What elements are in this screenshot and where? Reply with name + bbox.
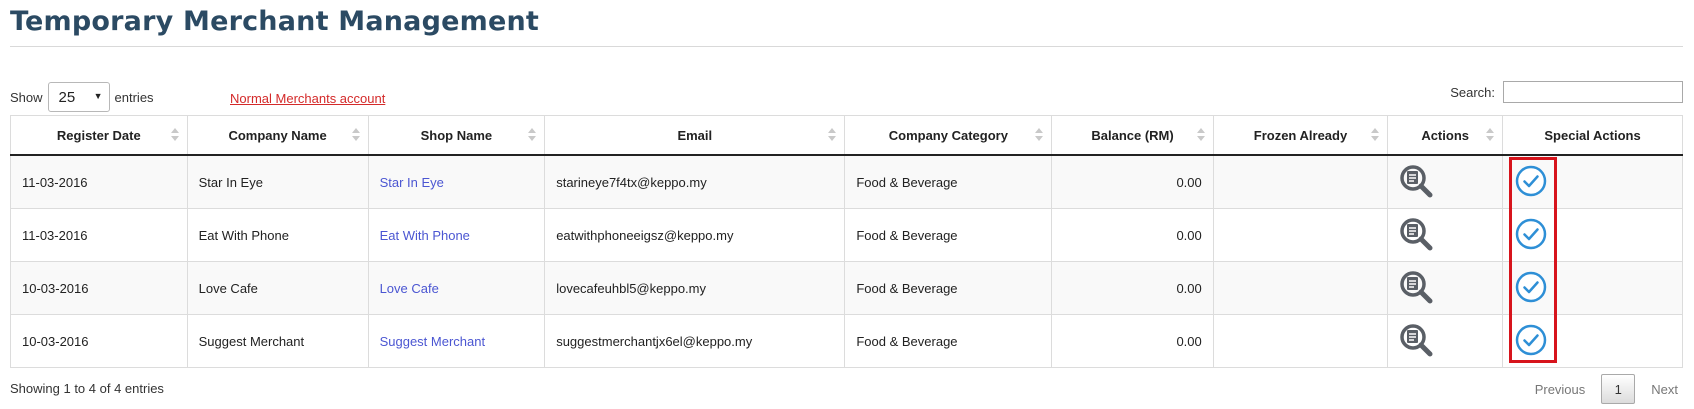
- register-date-cell: 10-03-2016: [10, 261, 188, 315]
- register-date-cell: 11-03-2016: [10, 208, 188, 262]
- page-length-select[interactable]: 25 ▼: [47, 82, 110, 112]
- company-category-cell: Food & Beverage: [844, 261, 1053, 315]
- shop-link[interactable]: Suggest Merchant: [380, 334, 486, 349]
- column-header-company-name[interactable]: Company Name: [186, 115, 369, 156]
- column-header-email[interactable]: Email: [544, 115, 846, 156]
- check-circle-icon[interactable]: [1514, 270, 1548, 307]
- balance-cell: 0.00: [1051, 261, 1214, 315]
- pagination: Previous 1 Next: [1535, 374, 1678, 404]
- page-length-value: 25: [58, 88, 76, 106]
- column-header-frozen-already[interactable]: Frozen Already: [1212, 115, 1389, 156]
- company-category-cell: Food & Beverage: [844, 154, 1053, 209]
- register-date-cell: 11-03-2016: [10, 154, 188, 209]
- sort-icon: [170, 127, 179, 143]
- page-button-1[interactable]: 1: [1601, 374, 1636, 404]
- column-header-label: Company Category: [888, 127, 1008, 143]
- sort-icon: [828, 127, 837, 143]
- table-info: Showing 1 to 4 of 4 entries: [10, 381, 164, 396]
- normal-merchants-link[interactable]: Normal Merchants account: [230, 91, 385, 106]
- actions-cell: [1387, 261, 1504, 315]
- sort-icon: [1486, 127, 1495, 143]
- email-cell: starineye7f4tx@keppo.my: [544, 154, 846, 209]
- column-header-shop-name[interactable]: Shop Name: [367, 115, 546, 156]
- search-input[interactable]: [1503, 81, 1683, 103]
- view-details-icon[interactable]: [1399, 217, 1433, 254]
- show-label: Show: [10, 89, 43, 105]
- sort-icon: [1196, 127, 1205, 143]
- shop-name-cell: Eat With Phone: [367, 208, 546, 262]
- email-cell: eatwithphoneeigsz@keppo.my: [544, 208, 846, 262]
- column-header-label: Balance (RM): [1091, 127, 1174, 143]
- header-row: Register Date Company Name Shop Name Ema…: [10, 115, 1683, 156]
- merchant-table: Register Date Company Name Shop Name Ema…: [10, 115, 1683, 368]
- actions-cell: [1387, 154, 1504, 209]
- special-actions-cell: [1502, 314, 1683, 368]
- entries-label: entries: [114, 89, 154, 105]
- check-circle-icon[interactable]: [1514, 217, 1548, 254]
- search-control: Search:: [1450, 81, 1683, 103]
- column-header-special-actions: Special Actions: [1502, 115, 1683, 156]
- sort-icon: [1035, 127, 1044, 143]
- balance-cell: 0.00: [1051, 154, 1214, 209]
- company-name-cell: Suggest Merchant: [186, 314, 369, 368]
- balance-cell: 0.00: [1051, 314, 1214, 368]
- view-details-icon[interactable]: [1399, 270, 1433, 307]
- column-header-label: Email: [677, 127, 713, 143]
- frozen-cell: [1212, 154, 1389, 209]
- column-header-balance[interactable]: Balance (RM): [1051, 115, 1214, 156]
- check-circle-icon[interactable]: [1514, 323, 1548, 360]
- shop-link[interactable]: Love Cafe: [380, 281, 439, 296]
- company-category-cell: Food & Beverage: [844, 208, 1053, 262]
- column-header-label: Special Actions: [1544, 127, 1641, 143]
- column-header-label: Shop Name: [420, 127, 493, 143]
- company-name-cell: Love Cafe: [186, 261, 369, 315]
- actions-cell: [1387, 208, 1504, 262]
- frozen-cell: [1212, 314, 1389, 368]
- shop-name-cell: Love Cafe: [367, 261, 546, 315]
- register-date-cell: 10-03-2016: [10, 314, 188, 368]
- column-header-label: Frozen Already: [1253, 127, 1348, 143]
- column-header-label: Company Name: [228, 127, 327, 143]
- shop-name-cell: Suggest Merchant: [367, 314, 546, 368]
- view-details-icon[interactable]: [1399, 164, 1433, 201]
- column-header-label: Actions: [1421, 127, 1469, 143]
- special-actions-cell: [1502, 208, 1683, 262]
- frozen-cell: [1212, 208, 1389, 262]
- sort-icon: [528, 127, 537, 143]
- column-header-label: Register Date: [56, 127, 141, 143]
- special-actions-cell: [1502, 261, 1683, 315]
- shop-name-cell: Star In Eye: [367, 154, 546, 209]
- table-row: 11-03-2016 Eat With Phone Eat With Phone…: [10, 208, 1683, 262]
- sort-icon: [351, 127, 360, 143]
- sort-icon: [1371, 127, 1380, 143]
- actions-cell: [1387, 314, 1504, 368]
- column-header-company-category[interactable]: Company Category: [844, 115, 1053, 156]
- balance-cell: 0.00: [1051, 208, 1214, 262]
- title-divider: [10, 46, 1683, 47]
- page: Temporary Merchant Management Show 25 ▼ …: [0, 0, 1694, 409]
- email-cell: lovecafeuhbl5@keppo.my: [544, 261, 846, 315]
- table-row: 10-03-2016 Suggest Merchant Suggest Merc…: [10, 314, 1683, 368]
- check-circle-icon[interactable]: [1514, 164, 1548, 201]
- company-category-cell: Food & Beverage: [844, 314, 1053, 368]
- dropdown-caret-icon: ▼: [93, 91, 103, 101]
- special-actions-cell: [1502, 154, 1683, 209]
- email-cell: suggestmerchantjx6el@keppo.my: [544, 314, 846, 368]
- page-length-control: Show 25 ▼ entries: [10, 81, 154, 113]
- frozen-cell: [1212, 261, 1389, 315]
- company-name-cell: Eat With Phone: [186, 208, 369, 262]
- shop-link[interactable]: Eat With Phone: [380, 228, 470, 243]
- column-header-actions[interactable]: Actions: [1387, 115, 1504, 156]
- table-row: 10-03-2016 Love Cafe Love Cafe lovecafeu…: [10, 261, 1683, 315]
- view-details-icon[interactable]: [1399, 323, 1433, 360]
- column-header-register-date[interactable]: Register Date: [10, 115, 188, 156]
- next-button[interactable]: Next: [1651, 382, 1678, 397]
- search-label: Search:: [1450, 84, 1495, 100]
- page-title: Temporary Merchant Management: [10, 6, 540, 37]
- shop-link[interactable]: Star In Eye: [380, 175, 444, 190]
- previous-button[interactable]: Previous: [1535, 382, 1586, 397]
- company-name-cell: Star In Eye: [186, 154, 369, 209]
- table-row: 11-03-2016 Star In Eye Star In Eye stari…: [10, 154, 1683, 209]
